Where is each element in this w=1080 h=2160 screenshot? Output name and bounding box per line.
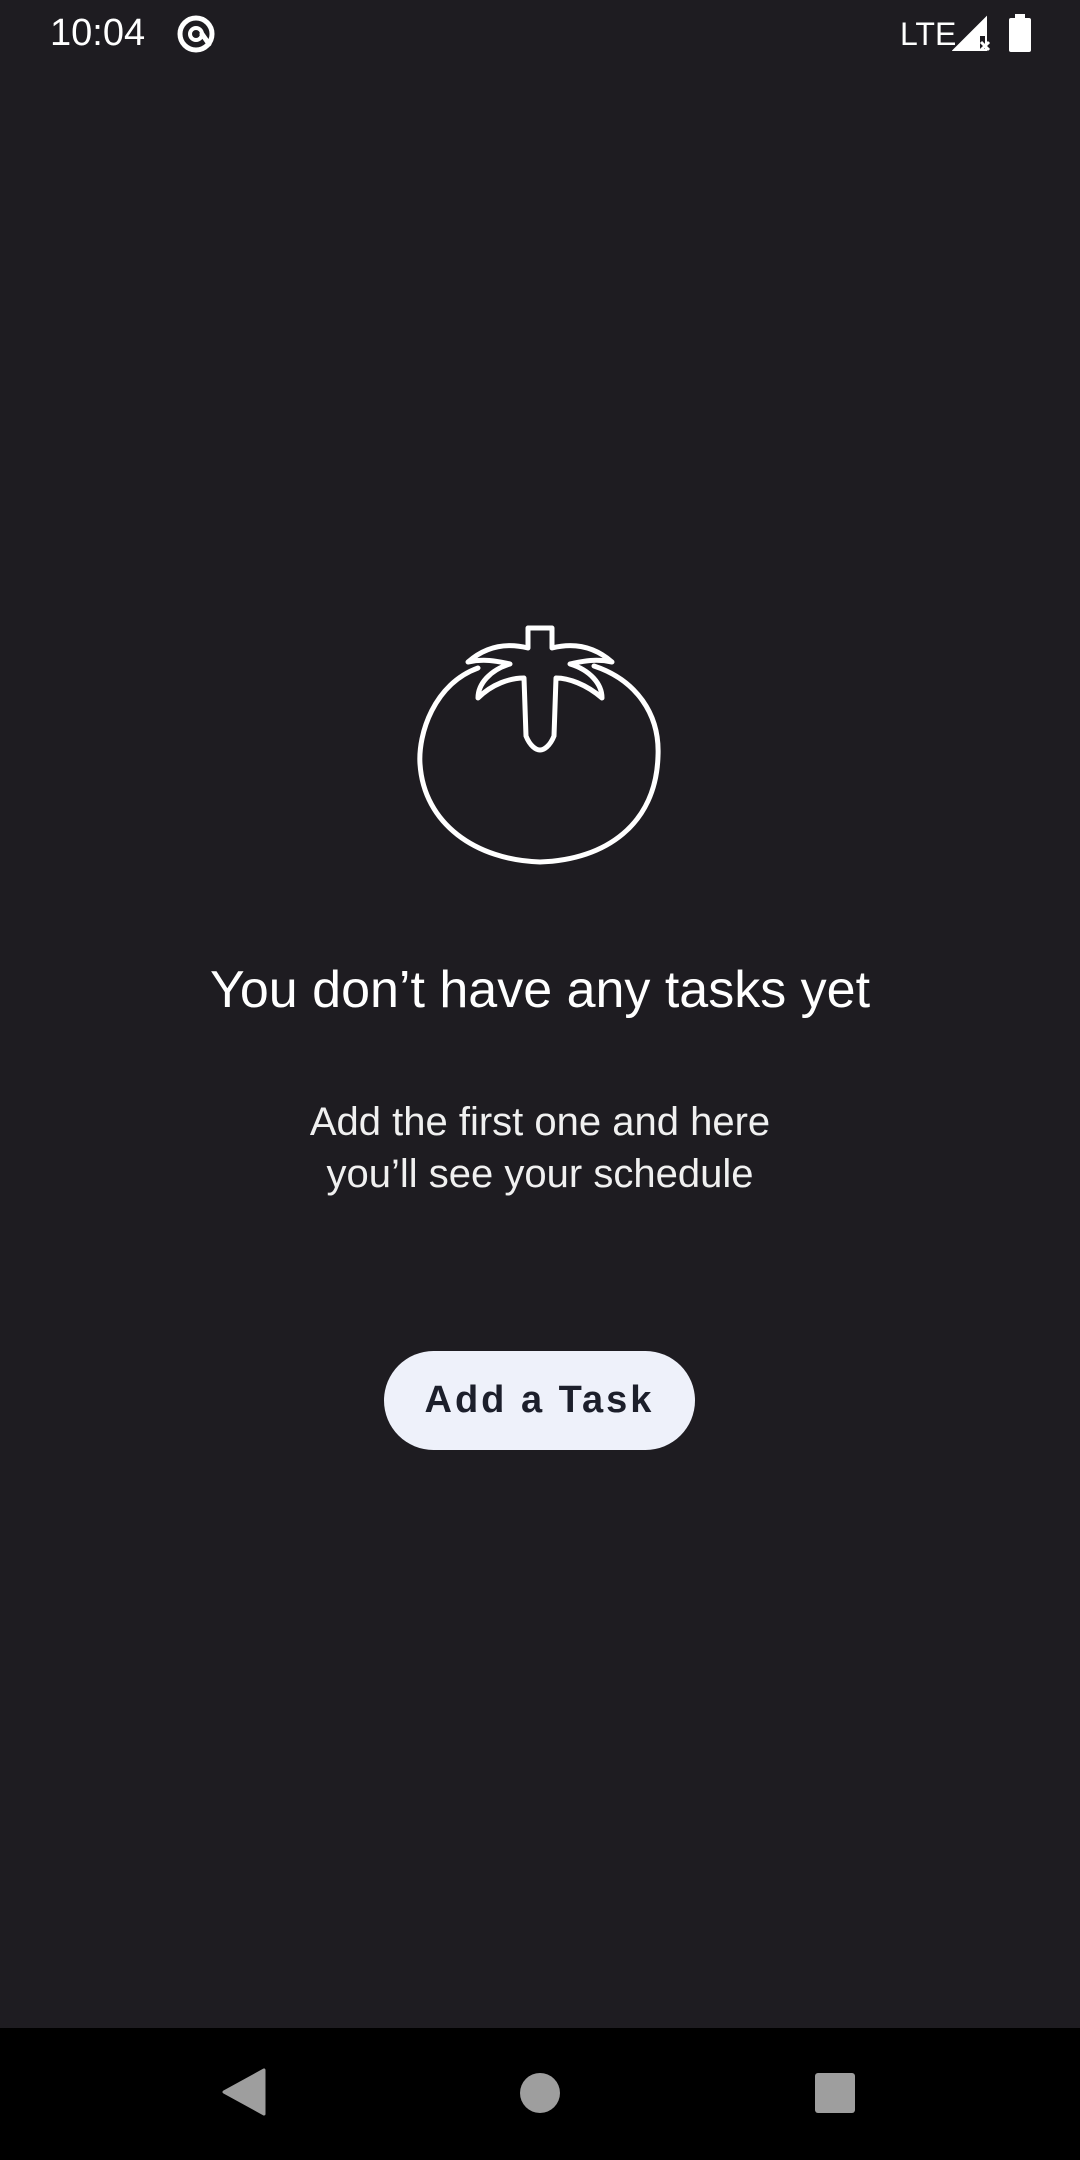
empty-state-subtitle-line-2: you’ll see your schedule (326, 1152, 754, 1196)
signal-icon (952, 15, 991, 52)
home-icon[interactable] (519, 2072, 561, 2114)
at-sign-icon (177, 15, 215, 53)
add-task-button[interactable]: Add a Task (384, 1351, 695, 1450)
empty-state-subtitle-line-1: Add the first one and here (309, 1100, 771, 1144)
empty-state-subtitle: Add the first one and here you’ll see yo… (240, 1096, 840, 1200)
network-type-label: LTE (900, 16, 957, 52)
navigation-bar (0, 2028, 1080, 2160)
status-time: 10:04 (50, 12, 146, 54)
status-bar: 10:04 LTE (0, 0, 1080, 66)
tomato-icon (417, 625, 661, 865)
battery-icon (1009, 14, 1031, 52)
recents-icon[interactable] (815, 2073, 855, 2113)
back-icon[interactable] (222, 2068, 266, 2116)
empty-state-title: You don’t have any tasks yet (209, 961, 871, 1019)
